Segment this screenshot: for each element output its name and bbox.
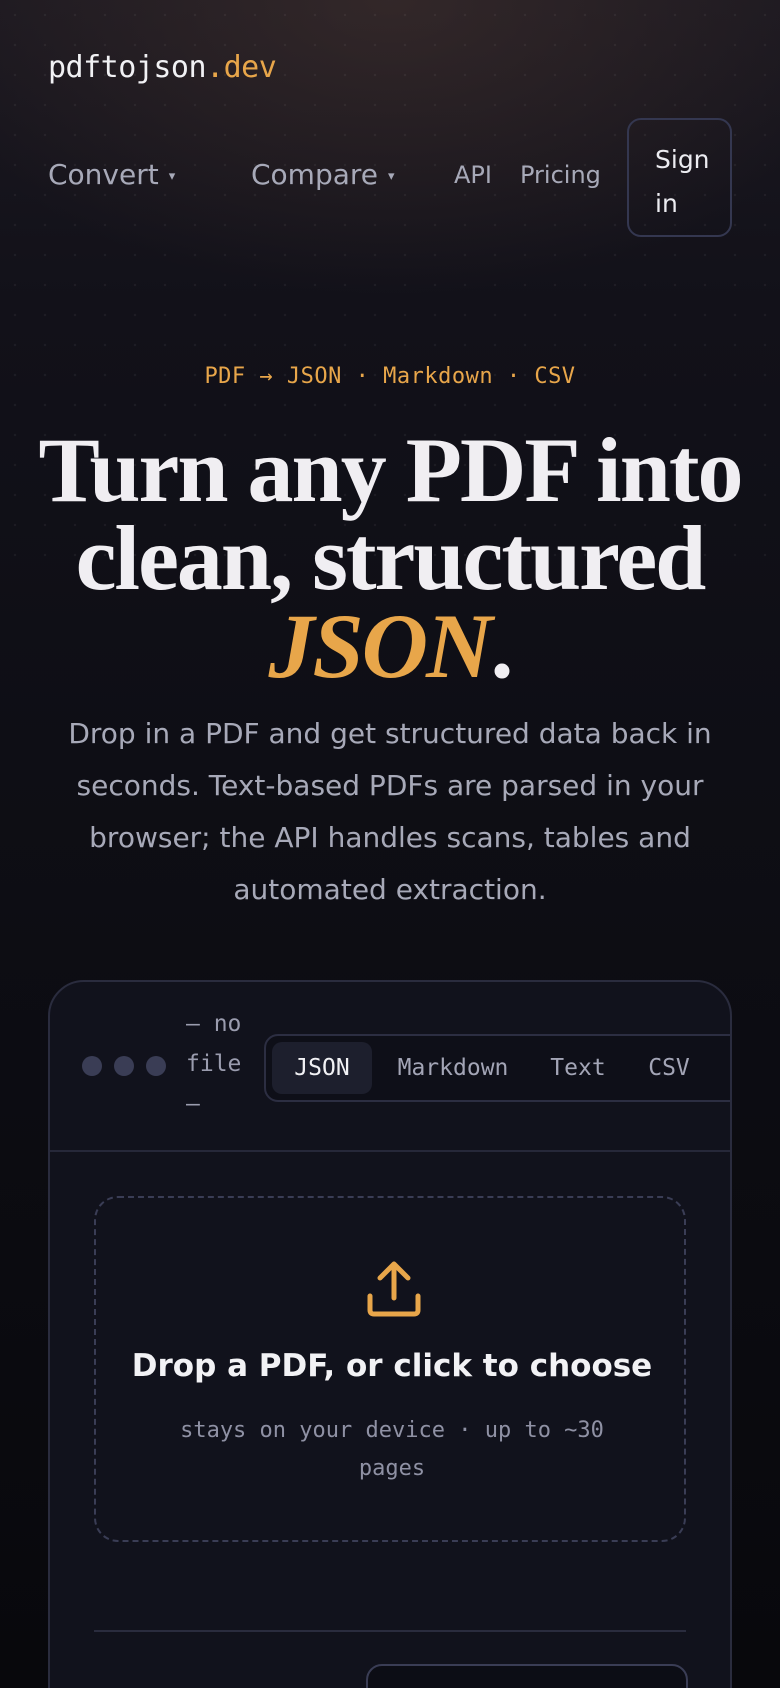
nav-convert[interactable]: Convert ▾: [48, 158, 175, 191]
window-dot: [82, 1056, 102, 1076]
site-logo[interactable]: pdftojson.dev: [48, 50, 277, 85]
hero-description: Drop in a PDF and get structured data ba…: [68, 717, 712, 906]
chevron-down-icon: ▾: [388, 168, 395, 184]
converter-action-button[interactable]: [366, 1664, 688, 1688]
sign-in-button[interactable]: Sign in: [627, 118, 732, 237]
headline-highlight: JSON: [268, 595, 492, 697]
file-status: — no file —: [186, 1011, 242, 1117]
hero-eyebrow: PDF → JSON · Markdown · CSV: [204, 364, 576, 389]
logo-accent: .dev: [206, 50, 277, 85]
converter-card: — no file — JSON Markdown Text CSV Drop …: [48, 980, 732, 1688]
upload-icon: [367, 1261, 421, 1317]
pdf-dropzone[interactable]: Drop a PDF, or click to choose stays on …: [94, 1196, 686, 1542]
nav-pricing[interactable]: Pricing: [520, 161, 601, 189]
divider: [94, 1630, 686, 1632]
window-dot: [146, 1056, 166, 1076]
nav-compare-label: Compare: [251, 158, 379, 191]
tab-markdown[interactable]: Markdown: [388, 1042, 518, 1094]
converter-toolbar: — no file — JSON Markdown Text CSV: [50, 982, 730, 1152]
headline-line-2: clean, structured: [75, 507, 707, 609]
chevron-down-icon: ▾: [168, 168, 176, 184]
nav-api[interactable]: API: [454, 161, 492, 189]
tab-csv[interactable]: CSV: [634, 1042, 704, 1094]
tab-text[interactable]: Text: [538, 1042, 618, 1094]
nav-compare[interactable]: Compare ▾: [251, 158, 395, 191]
sign-in-label-line2: in: [655, 189, 678, 218]
dropzone-title: Drop a PDF, or click to choose: [131, 1348, 653, 1384]
tab-json[interactable]: JSON: [272, 1042, 372, 1094]
format-tabs: JSON Markdown Text CSV: [264, 1034, 730, 1102]
hero-headline: Turn any PDF into clean, structured JSON…: [0, 424, 780, 692]
window-dot: [114, 1056, 134, 1076]
headline-period: .: [490, 595, 514, 697]
nav-convert-label: Convert: [48, 158, 159, 191]
site-header: pdftojson.dev Convert ▾ Compare ▾ API Pric…: [0, 0, 780, 240]
logo-text: pdftojson: [48, 50, 207, 85]
sign-in-label-line1: Sign: [655, 145, 710, 174]
headline-line-1: Turn any PDF into: [38, 419, 743, 521]
dropzone-subtitle: stays on your device · up to ~30 pages: [180, 1418, 604, 1481]
